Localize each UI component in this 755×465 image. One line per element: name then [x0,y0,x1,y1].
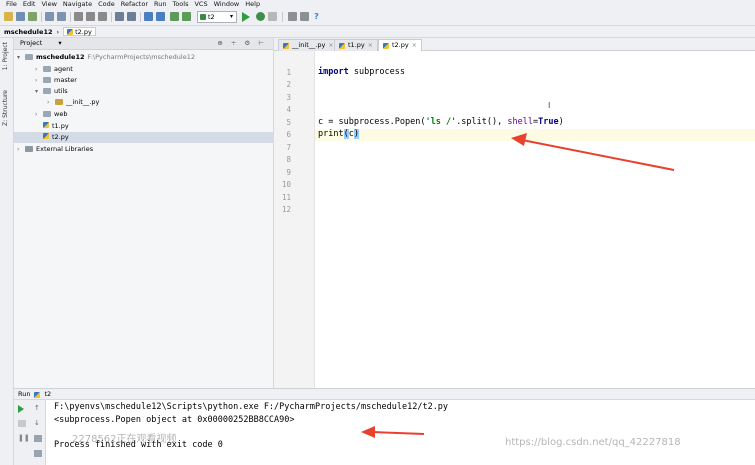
annotation-arrow-console [361,426,425,438]
annotation-arrow-editor [511,133,675,171]
annotation-arrows [361,133,675,438]
